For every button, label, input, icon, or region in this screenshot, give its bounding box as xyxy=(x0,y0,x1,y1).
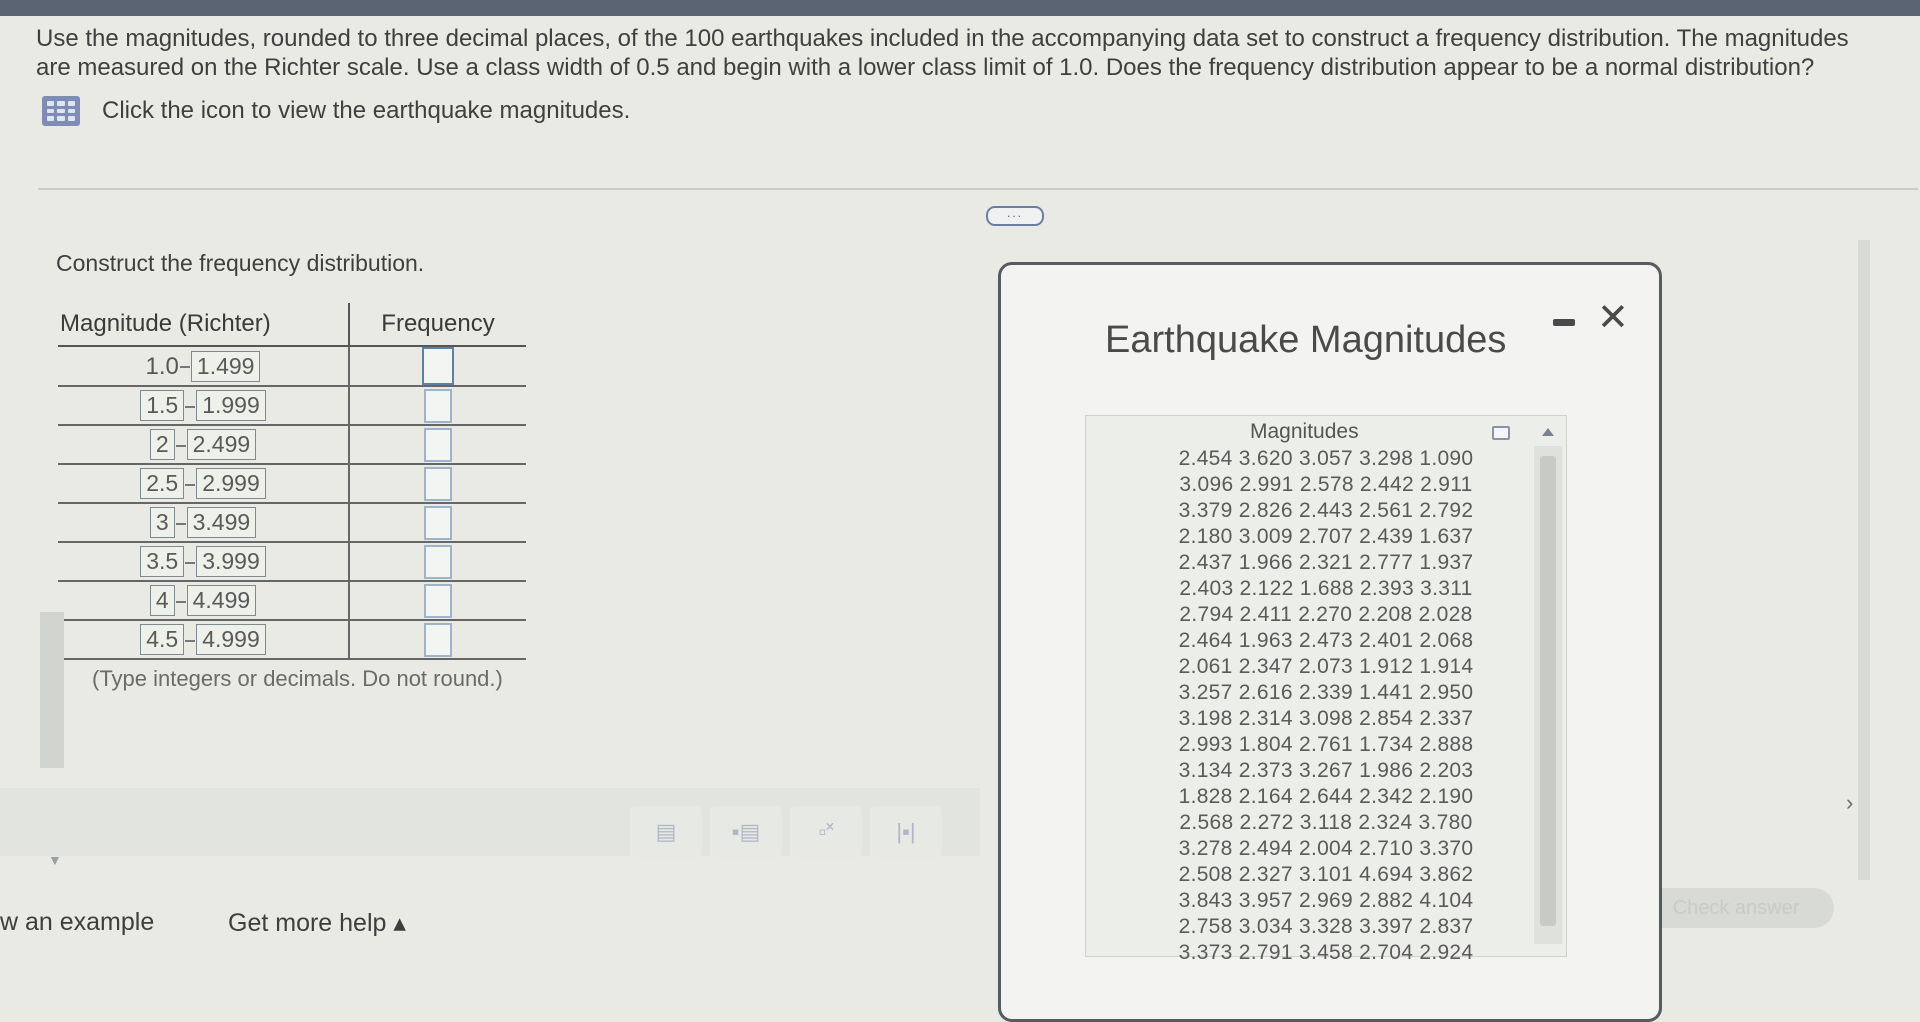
lower-limit-input[interactable]: 1.5 xyxy=(140,390,185,421)
top-header-band xyxy=(0,0,1920,16)
upper-limit-input[interactable]: 3.499 xyxy=(186,507,257,538)
mixed-number-tool-icon[interactable]: ▪▤ xyxy=(710,806,782,858)
frequency-input[interactable] xyxy=(422,347,454,385)
class-range: 3.5 3.999 xyxy=(58,542,350,582)
data-row: 3.278 2.494 2.004 2.710 3.370 xyxy=(1178,837,1474,860)
question-text: Use the magnitudes, rounded to three dec… xyxy=(36,25,1849,81)
class-range: 2 2.499 xyxy=(58,425,350,465)
data-row: 3.843 3.957 2.969 2.882 4.104 xyxy=(1178,889,1474,912)
table-row: 1.5 1.999 xyxy=(58,386,526,426)
upper-limit-input[interactable]: 4.499 xyxy=(186,585,257,616)
data-row: 3.096 2.991 2.578 2.442 2.911 xyxy=(1179,473,1473,496)
lower-limit-input[interactable]: 2.5 xyxy=(140,468,185,499)
data-row: 2.454 3.620 3.057 3.298 1.090 xyxy=(1178,447,1474,470)
scroll-up-icon[interactable] xyxy=(1542,428,1554,436)
class-range: 4.5 4.999 xyxy=(58,620,350,660)
absolute-value-tool-icon[interactable]: |▪| xyxy=(870,806,942,858)
data-row: 3.373 2.791 3.458 2.704 2.924 xyxy=(1178,941,1474,964)
table-row: 1.0 1.499 xyxy=(58,346,526,387)
lower-limit-input[interactable]: 3 xyxy=(149,507,175,538)
lower-limit: 1.0 xyxy=(145,352,179,380)
upper-limit-input[interactable]: 3.999 xyxy=(196,546,266,577)
data-row: 3.198 2.314 3.098 2.854 2.337 xyxy=(1178,707,1474,730)
data-row: 2.061 2.347 2.073 1.912 1.914 xyxy=(1178,655,1474,678)
table-row: 3 3.499 xyxy=(58,503,526,543)
frequency-input[interactable] xyxy=(424,427,452,462)
check-answer-button[interactable]: Check answer xyxy=(1638,888,1834,928)
lower-limit-input[interactable]: 3.5 xyxy=(140,546,185,577)
frequency-input[interactable] xyxy=(424,583,452,618)
magnitudes-header: Magnitudes xyxy=(1250,420,1359,443)
expand-button[interactable]: ... xyxy=(986,206,1044,226)
table-row: 2.5 2.999 xyxy=(58,464,526,504)
upper-limit-input[interactable]: 2.499 xyxy=(186,429,257,460)
frequency-table: Magnitude (Richter) Frequency 1.0 1.499 1… xyxy=(58,303,526,660)
magnitude-rows: 2.454 3.620 3.057 3.298 1.090 3.096 2.99… xyxy=(1146,446,1506,966)
view-example-link[interactable]: w an example xyxy=(0,908,154,937)
data-row: 2.508 2.327 3.101 4.694 3.862 xyxy=(1178,863,1474,886)
math-toolbar: ▤ ▪▤ ▫˟ |▪| xyxy=(0,788,980,858)
data-row: 2.794 2.411 2.270 2.208 2.028 xyxy=(1179,603,1473,626)
view-data-link[interactable]: Click the icon to view the earthquake ma… xyxy=(102,97,630,125)
popup-title: Earthquake Magnitudes xyxy=(1105,319,1507,361)
data-row: 2.568 2.272 3.118 2.324 3.780 xyxy=(1179,811,1473,834)
input-note: (Type integers or decimals. Do not round… xyxy=(92,666,503,691)
class-range: 1.0 1.499 xyxy=(58,346,350,387)
magnitudes-data-box: Magnitudes 2.454 3.620 3.057 3.298 1.090… xyxy=(1085,415,1567,964)
data-row: 3.257 2.616 2.339 1.441 2.950 xyxy=(1178,681,1474,704)
scroll-thumb[interactable] xyxy=(1540,456,1556,926)
data-row: 2.437 1.966 2.321 2.777 1.937 xyxy=(1178,551,1474,574)
data-row: 2.464 1.963 2.473 2.401 2.068 xyxy=(1178,629,1474,652)
exponent-tool-icon[interactable]: ▫˟ xyxy=(790,806,862,858)
section-divider xyxy=(38,188,1918,190)
data-row: 3.379 2.826 2.443 2.561 2.792 xyxy=(1178,499,1474,522)
chevron-right-icon[interactable]: › xyxy=(1846,790,1853,816)
magnitude-header: Magnitude (Richter) xyxy=(58,303,350,347)
right-scrollbar[interactable] xyxy=(1858,240,1870,880)
upper-limit-input[interactable]: 2.999 xyxy=(196,468,266,499)
minimize-icon[interactable] xyxy=(1553,319,1575,326)
data-icon-row[interactable]: Click the icon to view the earthquake ma… xyxy=(42,96,630,126)
lower-limit-input[interactable]: 4 xyxy=(149,585,175,616)
table-row: 4 4.499 xyxy=(58,581,526,621)
data-table-icon[interactable] xyxy=(42,96,80,126)
class-range: 2.5 2.999 xyxy=(58,464,350,504)
upper-limit-input[interactable]: 1.499 xyxy=(190,350,261,382)
construct-instruction: Construct the frequency distribution. xyxy=(56,250,425,276)
copy-icon[interactable] xyxy=(1492,426,1510,440)
frequency-input[interactable] xyxy=(424,544,452,579)
data-row: 2.403 2.122 1.688 2.393 3.311 xyxy=(1179,577,1473,600)
fraction-tool-icon[interactable]: ▤ xyxy=(630,806,702,858)
frequency-input[interactable] xyxy=(424,622,452,657)
upper-limit-input[interactable]: 4.999 xyxy=(196,624,266,655)
data-row: 2.180 3.009 2.707 2.439 1.637 xyxy=(1178,525,1474,548)
class-range: 3 3.499 xyxy=(58,503,350,543)
data-row: 2.993 1.804 2.761 1.734 2.888 xyxy=(1178,733,1474,756)
earthquake-data-popup: Earthquake Magnitudes ✕ Magnitudes 2.454… xyxy=(998,262,1662,1022)
lower-limit-input[interactable]: 4.5 xyxy=(140,624,185,655)
frequency-header: Frequency xyxy=(349,303,526,347)
upper-limit-input[interactable]: 1.999 xyxy=(196,390,266,421)
data-row: 3.134 2.373 3.267 1.986 2.203 xyxy=(1178,759,1474,782)
left-scrollbar[interactable] xyxy=(40,612,64,768)
data-row: 2.758 3.034 3.328 3.397 2.837 xyxy=(1178,915,1474,938)
class-range: 1.5 1.999 xyxy=(58,386,350,426)
data-row: 1.828 2.164 2.644 2.342 2.190 xyxy=(1178,785,1474,808)
frequency-input[interactable] xyxy=(424,466,452,501)
class-range: 4 4.499 xyxy=(58,581,350,621)
table-row: 4.5 4.999 xyxy=(58,620,526,660)
frequency-input[interactable] xyxy=(424,505,452,540)
data-scrollbar[interactable] xyxy=(1534,446,1562,944)
lower-limit-input[interactable]: 2 xyxy=(149,429,175,460)
table-row: 2 2.499 xyxy=(58,425,526,465)
close-icon[interactable]: ✕ xyxy=(1597,299,1629,337)
table-row: 3.5 3.999 xyxy=(58,542,526,582)
get-more-help-link[interactable]: Get more help ▴ xyxy=(228,908,406,938)
frequency-input[interactable] xyxy=(424,388,452,423)
